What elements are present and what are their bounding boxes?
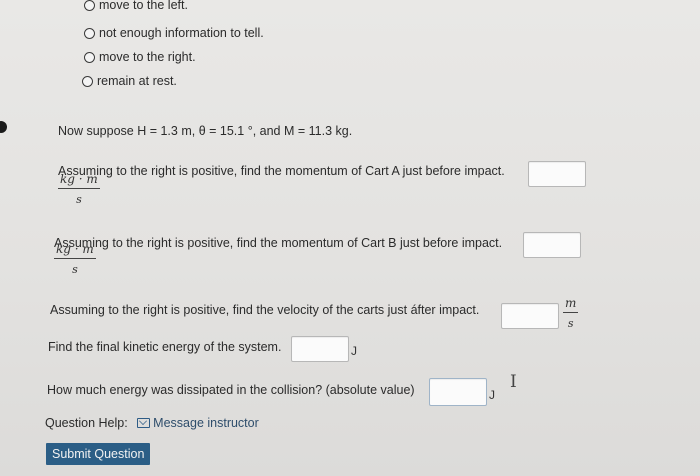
question-momentum-cart-b: Assuming to the right is positive, find …: [54, 236, 503, 250]
option-label: remain at rest.: [97, 74, 177, 88]
option-move-right[interactable]: move to the right.: [84, 50, 196, 64]
message-instructor-label: Message instructor: [153, 416, 259, 430]
page-bullet: [0, 121, 7, 133]
option-label: not enough information to tell.: [99, 26, 264, 40]
option-label: move to the right.: [99, 50, 196, 64]
radio-button[interactable]: [82, 75, 93, 87]
option-remain-at-rest[interactable]: remain at rest.: [82, 74, 177, 88]
question-energy-dissipated: How much energy was dissipated in the co…: [47, 383, 415, 397]
message-instructor-link[interactable]: Message instructor: [137, 416, 259, 430]
question-momentum-cart-a: Assuming to the right is positive, find …: [58, 164, 505, 178]
answer-input-momentum-cart-b[interactable]: [523, 232, 581, 258]
question-help-row: Question Help: Message instructor: [45, 416, 259, 430]
option-label: move to the left.: [99, 0, 188, 12]
unit-joules: J: [351, 344, 357, 358]
radio-button[interactable]: [84, 0, 95, 11]
text-cursor-icon: I: [510, 372, 517, 392]
unit-m-per-s: m s: [563, 296, 579, 330]
answer-input-energy-dissipated[interactable]: [429, 378, 487, 406]
answer-input-velocity[interactable]: [501, 303, 559, 329]
given-values: Now suppose H = 1.3 m, θ = 15.1 °, and M…: [58, 124, 353, 138]
radio-button[interactable]: [84, 27, 95, 39]
question-velocity-after-impact: Assuming to the right is positive, find …: [50, 303, 480, 317]
option-move-left[interactable]: move to the left.: [84, 0, 188, 12]
answer-input-kinetic-energy[interactable]: [291, 336, 349, 362]
unit-joules: J: [489, 388, 495, 402]
radio-button[interactable]: [84, 51, 95, 63]
unit-kg-m-per-s: kg · m s: [54, 242, 96, 276]
question-final-kinetic-energy: Find the final kinetic energy of the sys…: [48, 340, 282, 354]
submit-question-button[interactable]: Submit Question: [46, 443, 151, 465]
mail-icon: [137, 418, 151, 428]
unit-kg-m-per-s: kg · m s: [58, 172, 100, 206]
question-help-label: Question Help:: [45, 416, 128, 430]
answer-input-momentum-cart-a[interactable]: [528, 161, 586, 187]
option-not-enough-info[interactable]: not enough information to tell.: [84, 26, 264, 40]
